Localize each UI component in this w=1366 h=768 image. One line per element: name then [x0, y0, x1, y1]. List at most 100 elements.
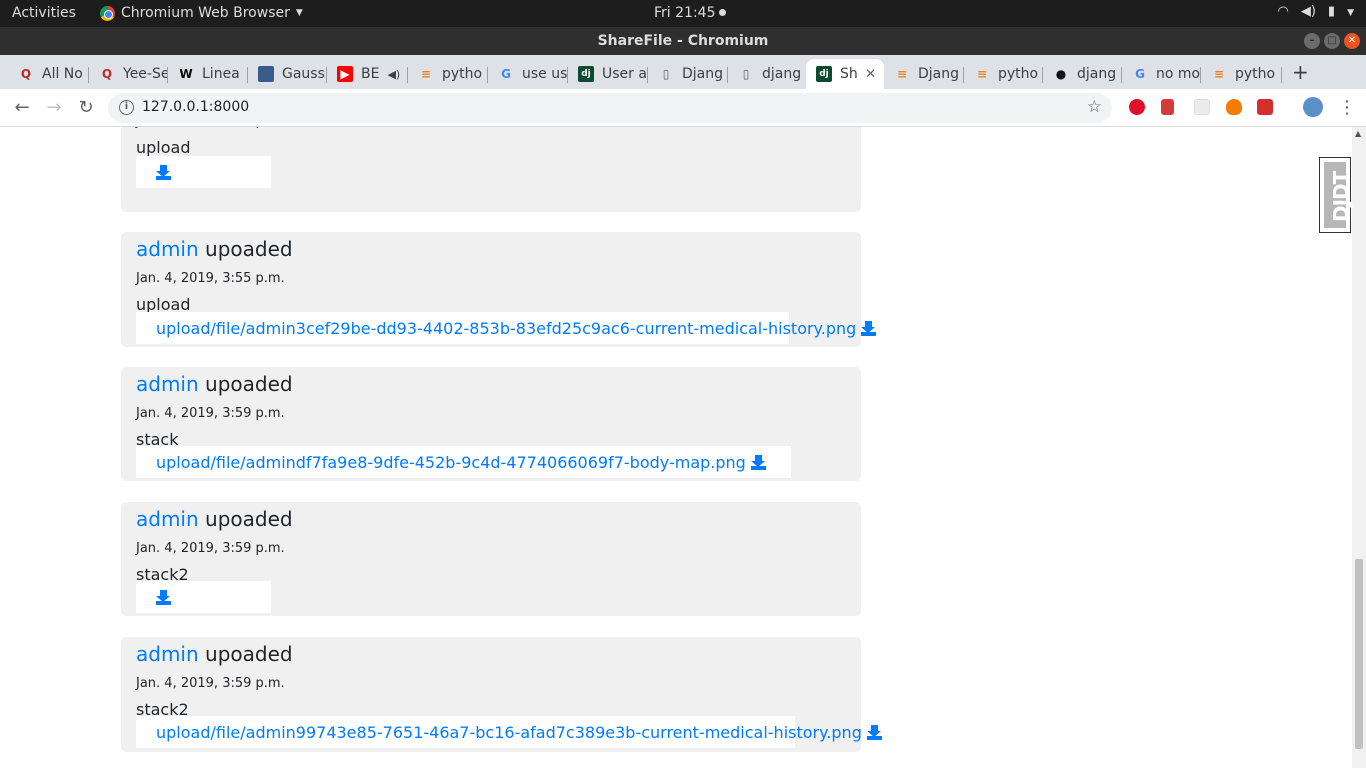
doc-icon — [258, 66, 274, 82]
upload-description: upload — [136, 138, 191, 157]
tab-active[interactable]: dj Sh ✕ — [806, 59, 884, 89]
tab-label: Linea — [202, 66, 240, 82]
close-tab-icon[interactable]: ✕ — [865, 67, 876, 82]
upload-heading: admin upoaded — [136, 237, 293, 261]
reload-button[interactable]: ↻ — [75, 97, 97, 118]
page-icon: ▯ — [742, 67, 750, 81]
upload-card: admin upoaded Jan. 4, 2019, 3:55 p.m. uplo… — [121, 232, 877, 347]
username-link[interactable]: admin — [136, 507, 199, 531]
tab-label: use us — [522, 66, 568, 82]
app-menu-label: Chromium Web Browser — [121, 5, 290, 21]
bookmark-star-icon[interactable]: ☆ — [1087, 97, 1102, 117]
chromium-icon — [100, 5, 115, 21]
file-download-link[interactable]: upload/file/admin99743e85-7651-46a7-bc16… — [156, 723, 882, 742]
app-menu[interactable]: Chromium Web Browser ▼ — [100, 5, 303, 21]
file-path-text: upload/file/admin3cef29be-dd93-4402-853b… — [156, 318, 857, 338]
google-icon: G — [501, 67, 511, 81]
file-download-link[interactable] — [156, 163, 171, 182]
audio-playing-icon: ◀) — [387, 67, 401, 81]
close-window-button[interactable]: ✕ — [1344, 33, 1360, 49]
file-box — [136, 156, 271, 188]
tab[interactable]: Q Yee-Se — [89, 59, 168, 89]
username-link[interactable]: admin — [136, 372, 199, 396]
notification-dot-icon — [719, 9, 727, 16]
tab[interactable]: ▯ djang — [728, 59, 806, 89]
site-info-icon[interactable]: i — [119, 100, 134, 115]
upload-date: Jan. 4, 2019, 3:55 p.m. — [136, 127, 285, 129]
file-box — [136, 581, 271, 613]
tab[interactable]: ≡ pytho — [964, 59, 1043, 89]
upload-date: Jan. 4, 2019, 3:59 p.m. — [136, 541, 285, 556]
tab-label: djang — [1077, 66, 1117, 82]
tab[interactable]: ≡ pytho — [408, 59, 488, 89]
download-icon — [861, 320, 877, 336]
github-icon: ● — [1055, 67, 1067, 81]
wifi-icon: ◠ — [1277, 4, 1289, 19]
tab[interactable]: ● djang — [1043, 59, 1122, 89]
bookmark-extension-icon[interactable] — [1161, 99, 1174, 115]
tab-label: BE — [361, 66, 380, 82]
tab[interactable]: W Linea — [168, 59, 248, 89]
forward-button[interactable]: → — [43, 97, 65, 118]
upload-action-text: upoaded — [205, 372, 293, 396]
browser-menu-button[interactable]: ⋮ — [1338, 97, 1356, 118]
django-debug-toolbar-handle[interactable]: DJDT — [1319, 157, 1353, 233]
url-text: 127.0.0.1:8000 — [142, 99, 250, 115]
file-download-link[interactable] — [156, 588, 171, 607]
gnome-top-bar: Activities Chromium Web Browser ▼ Fri 21… — [0, 0, 1366, 27]
download-icon — [156, 589, 171, 605]
window-title: ShareFile - Chromium — [597, 33, 769, 49]
username-link[interactable]: admin — [136, 237, 199, 261]
tab[interactable]: ≡ pytho — [1201, 59, 1282, 89]
file-path-text: upload/file/admin99743e85-7651-46a7-bc16… — [156, 722, 862, 742]
system-tray[interactable]: ◠ ◀) ▮ ▼ — [1278, 4, 1355, 22]
youtube-icon: ▶ — [337, 66, 353, 82]
tab[interactable]: ▯ Djang — [648, 59, 728, 89]
tab-label: pytho — [998, 66, 1039, 82]
new-tab-button[interactable]: + — [1292, 60, 1309, 84]
file-box: upload/file/admin99743e85-7651-46a7-bc16… — [136, 716, 882, 748]
file-box: upload/file/admindf7fa9e8-9dfe-452b-9c4d… — [136, 446, 791, 478]
stackoverflow-icon: ≡ — [1213, 67, 1225, 81]
username-link[interactable]: admin — [136, 642, 199, 666]
profile-avatar[interactable] — [1303, 97, 1323, 117]
chevron-down-icon: ▼ — [1347, 8, 1354, 18]
clock[interactable]: Fri 21:45 — [654, 5, 727, 21]
upload-card: Jan. 4, 2019, 3:55 p.m. upload — [121, 127, 861, 212]
stackoverflow-icon: ≡ — [896, 67, 908, 81]
tab-label: All No — [42, 66, 83, 82]
scrollbar-thumb[interactable] — [1355, 559, 1363, 749]
tab[interactable]: dj User a — [568, 59, 648, 89]
activities-button[interactable]: Activities — [12, 5, 76, 21]
minimize-button[interactable]: – — [1304, 33, 1320, 49]
tab-label: Yee-Se — [123, 66, 168, 82]
upload-action-text: upoaded — [205, 237, 293, 261]
django-icon: dj — [578, 66, 594, 82]
battery-icon: ▮ — [1327, 4, 1336, 19]
page-scrollbar[interactable]: ▲ — [1352, 127, 1366, 768]
download-icon — [866, 724, 882, 740]
tab[interactable]: ≡ Djang — [884, 59, 964, 89]
tab[interactable]: Gno mo — [1122, 59, 1201, 89]
tab[interactable]: Gauss — [248, 59, 327, 89]
tab[interactable]: Q All No — [8, 59, 89, 89]
todoist-extension-icon[interactable] — [1257, 99, 1273, 115]
upload-card: admin upoaded Jan. 4, 2019, 3:59 p.m. stac… — [121, 367, 861, 481]
tab-strip: Q All No Q Yee-Se W Linea Gauss ▶ BE ◀) ≡ pytho Guse… — [0, 55, 1366, 89]
maximize-button[interactable]: □ — [1324, 33, 1340, 49]
tab[interactable]: ▶ BE ◀) — [327, 59, 408, 89]
page-icon: ▯ — [662, 67, 670, 81]
address-bar[interactable]: i 127.0.0.1:8000 ☆ — [108, 93, 1112, 123]
blank-extension-icon[interactable] — [1194, 99, 1210, 115]
file-download-link[interactable]: upload/file/admindf7fa9e8-9dfe-452b-9c4d… — [156, 453, 766, 472]
fire-extension-icon[interactable] — [1226, 99, 1242, 115]
back-button[interactable]: ← — [11, 97, 33, 118]
stackoverflow-icon: ≡ — [420, 67, 432, 81]
upload-date: Jan. 4, 2019, 3:59 p.m. — [136, 676, 285, 691]
scroll-up-arrow-icon[interactable]: ▲ — [1355, 129, 1361, 138]
tab[interactable]: Guse us — [488, 59, 568, 89]
tab-label: Sh — [840, 66, 858, 82]
opera-extension-icon[interactable] — [1129, 99, 1145, 115]
file-download-link[interactable]: upload/file/admin3cef29be-dd93-4402-853b… — [156, 318, 877, 338]
tab-label: User a — [602, 66, 647, 82]
